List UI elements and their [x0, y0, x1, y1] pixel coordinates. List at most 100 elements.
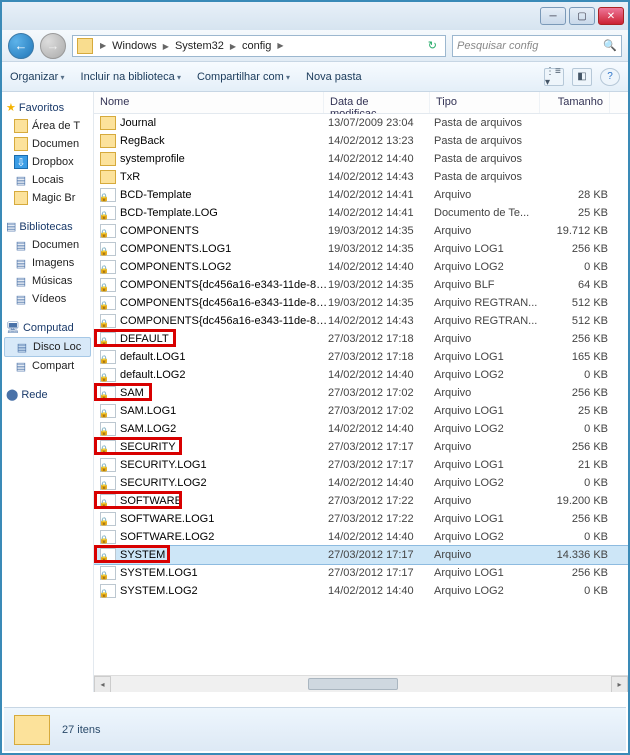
lock-icon: 🔒 [99, 247, 109, 256]
file-row[interactable]: TxR14/02/2012 14:43Pasta de arquivos [94, 168, 628, 186]
preview-pane-button[interactable]: ◧ [572, 68, 592, 86]
file-icon: 🔒 [100, 188, 116, 202]
back-button[interactable]: ← [8, 33, 34, 59]
help-button[interactable]: ? [600, 68, 620, 86]
refresh-icon[interactable]: ↻ [424, 39, 441, 52]
file-row[interactable]: 🔒SOFTWARE.LOG127/03/2012 17:22Arquivo LO… [94, 510, 628, 528]
sidebar-libraries-header[interactable]: ▤Bibliotecas [4, 217, 91, 236]
file-type: Arquivo LOG2 [434, 477, 544, 489]
file-row[interactable]: 🔒SECURITY.LOG214/02/2012 14:40Arquivo LO… [94, 474, 628, 492]
file-size: 19.712 KB [544, 225, 608, 237]
file-row[interactable]: 🔒SAM.LOG127/03/2012 17:02Arquivo LOG125 … [94, 402, 628, 420]
organize-button[interactable]: Organizar [10, 71, 65, 83]
file-type: Arquivo LOG1 [434, 513, 544, 525]
file-row[interactable]: 🔒SECURITY.LOG127/03/2012 17:17Arquivo LO… [94, 456, 628, 474]
file-row[interactable]: 🔒SYSTEM27/03/2012 17:17Arquivo14.336 KB [94, 546, 628, 564]
file-row[interactable]: 🔒COMPONENTS19/03/2012 14:35Arquivo19.712… [94, 222, 628, 240]
scroll-right-button[interactable]: ▸ [611, 676, 628, 692]
forward-button[interactable]: → [40, 33, 66, 59]
file-row[interactable]: 🔒COMPONENTS{dc456a16-e343-11de-8ff...19/… [94, 294, 628, 312]
chevron-right-icon[interactable]: ▶ [98, 41, 108, 50]
file-row[interactable]: 🔒SECURITY27/03/2012 17:17Arquivo256 KB [94, 438, 628, 456]
new-folder-button[interactable]: Nova pasta [306, 71, 362, 83]
sidebar-network-header[interactable]: ⬤Rede [4, 385, 91, 404]
file-row[interactable]: 🔒default.LOG214/02/2012 14:40Arquivo LOG… [94, 366, 628, 384]
file-type: Arquivo [434, 495, 544, 507]
file-row[interactable]: 🔒COMPONENTS.LOG214/02/2012 14:40Arquivo … [94, 258, 628, 276]
address-bar[interactable]: ▶ Windows▶System32▶config ▶ ↻ [72, 35, 446, 57]
lock-icon: 🔒 [99, 427, 109, 436]
view-options-button[interactable]: ⋮≡ ▾ [544, 68, 564, 86]
file-icon: 🔒 [100, 368, 116, 382]
sidebar-item[interactable]: ▤Imagens [4, 254, 91, 272]
column-size[interactable]: Tamanho [540, 92, 610, 113]
file-row[interactable]: 🔒BCD-Template14/02/2012 14:41Arquivo28 K… [94, 186, 628, 204]
sidebar-item[interactable]: ⇩Dropbox [4, 153, 91, 171]
sidebar-item[interactable]: ▤Vídeos [4, 290, 91, 308]
file-row[interactable]: RegBack14/02/2012 13:23Pasta de arquivos [94, 132, 628, 150]
share-button[interactable]: Compartilhar com [197, 71, 290, 83]
file-row[interactable]: 🔒COMPONENTS{dc456a16-e343-11de-8ff...19/… [94, 276, 628, 294]
column-name[interactable]: Nome [94, 92, 324, 113]
file-name: COMPONENTS [120, 225, 328, 237]
file-row[interactable]: 🔒SAM.LOG214/02/2012 14:40Arquivo LOG20 K… [94, 420, 628, 438]
sidebar-item[interactable]: Documen [4, 135, 91, 153]
breadcrumb-system32[interactable]: System32 [171, 40, 228, 52]
file-row[interactable]: 🔒SOFTWARE27/03/2012 17:22Arquivo19.200 K… [94, 492, 628, 510]
lock-icon: 🔒 [99, 517, 109, 526]
sidebar-item[interactable]: Magic Br [4, 189, 91, 207]
minimize-button[interactable]: ─ [540, 7, 566, 25]
chevron-right-icon[interactable]: ▶ [275, 41, 285, 50]
file-row[interactable]: 🔒COMPONENTS{dc456a16-e343-11de-8ff...14/… [94, 312, 628, 330]
sidebar-computer-header[interactable]: 🖥Computad [4, 318, 91, 337]
sidebar-item[interactable]: Área de T [4, 117, 91, 135]
scroll-left-button[interactable]: ◂ [94, 676, 111, 692]
column-date[interactable]: Data de modificaç... [324, 92, 430, 113]
horizontal-scrollbar[interactable]: ◂ ▸ [94, 675, 628, 692]
file-icon: 🔒 [100, 278, 116, 292]
file-row[interactable]: 🔒SAM27/03/2012 17:02Arquivo256 KB [94, 384, 628, 402]
file-name: TxR [120, 171, 328, 183]
file-list[interactable]: Journal13/07/2009 23:04Pasta de arquivos… [94, 114, 628, 675]
chevron-right-icon[interactable]: ▶ [161, 42, 171, 51]
column-type[interactable]: Tipo [430, 92, 540, 113]
file-type: Pasta de arquivos [434, 153, 544, 165]
sidebar-favorites-header[interactable]: ★Favoritos [4, 98, 91, 117]
sidebar-item[interactable]: ▤Documen [4, 236, 91, 254]
breadcrumb-config[interactable]: config [238, 40, 275, 52]
sidebar-item[interactable]: ▤Locais [4, 171, 91, 189]
sidebar-item[interactable]: ▤Compart [4, 357, 91, 375]
include-library-button[interactable]: Incluir na biblioteca [81, 71, 181, 83]
scroll-thumb[interactable] [308, 678, 398, 690]
breadcrumb-windows[interactable]: Windows [108, 40, 161, 52]
close-button[interactable]: ✕ [598, 7, 624, 25]
file-name: SAM.LOG1 [120, 405, 328, 417]
maximize-button[interactable]: ▢ [569, 7, 595, 25]
chevron-right-icon[interactable]: ▶ [228, 42, 238, 51]
file-icon: 🔒 [100, 476, 116, 490]
file-icon: 🔒 [100, 404, 116, 418]
star-icon: ★ [6, 101, 16, 114]
file-date: 27/03/2012 17:18 [328, 351, 434, 363]
search-input[interactable]: Pesquisar config 🔍 [452, 35, 622, 57]
file-size: 512 KB [544, 297, 608, 309]
file-row[interactable]: 🔒default.LOG127/03/2012 17:18Arquivo LOG… [94, 348, 628, 366]
file-row[interactable]: 🔒COMPONENTS.LOG119/03/2012 14:35Arquivo … [94, 240, 628, 258]
file-row[interactable]: 🔒BCD-Template.LOG14/02/2012 14:41Documen… [94, 204, 628, 222]
file-date: 19/03/2012 14:35 [328, 297, 434, 309]
file-row[interactable]: 🔒SYSTEM.LOG214/02/2012 14:40Arquivo LOG2… [94, 582, 628, 600]
file-icon: 🔒 [100, 584, 116, 598]
sidebar-item[interactable]: ▤Disco Loc [4, 337, 91, 357]
file-row[interactable]: Journal13/07/2009 23:04Pasta de arquivos [94, 114, 628, 132]
folder-icon [100, 116, 116, 130]
sidebar-item[interactable]: ▤Músicas [4, 272, 91, 290]
file-row[interactable]: 🔒SYSTEM.LOG127/03/2012 17:17Arquivo LOG1… [94, 564, 628, 582]
lock-icon: 🔒 [99, 283, 109, 292]
lock-icon: 🔒 [99, 319, 109, 328]
file-type: Arquivo LOG2 [434, 531, 544, 543]
folder-icon [77, 38, 93, 54]
file-row[interactable]: 🔒SOFTWARE.LOG214/02/2012 14:40Arquivo LO… [94, 528, 628, 546]
file-row[interactable]: systemprofile14/02/2012 14:40Pasta de ar… [94, 150, 628, 168]
file-row[interactable]: 🔒DEFAULT27/03/2012 17:18Arquivo256 KB [94, 330, 628, 348]
file-date: 14/02/2012 14:40 [328, 369, 434, 381]
